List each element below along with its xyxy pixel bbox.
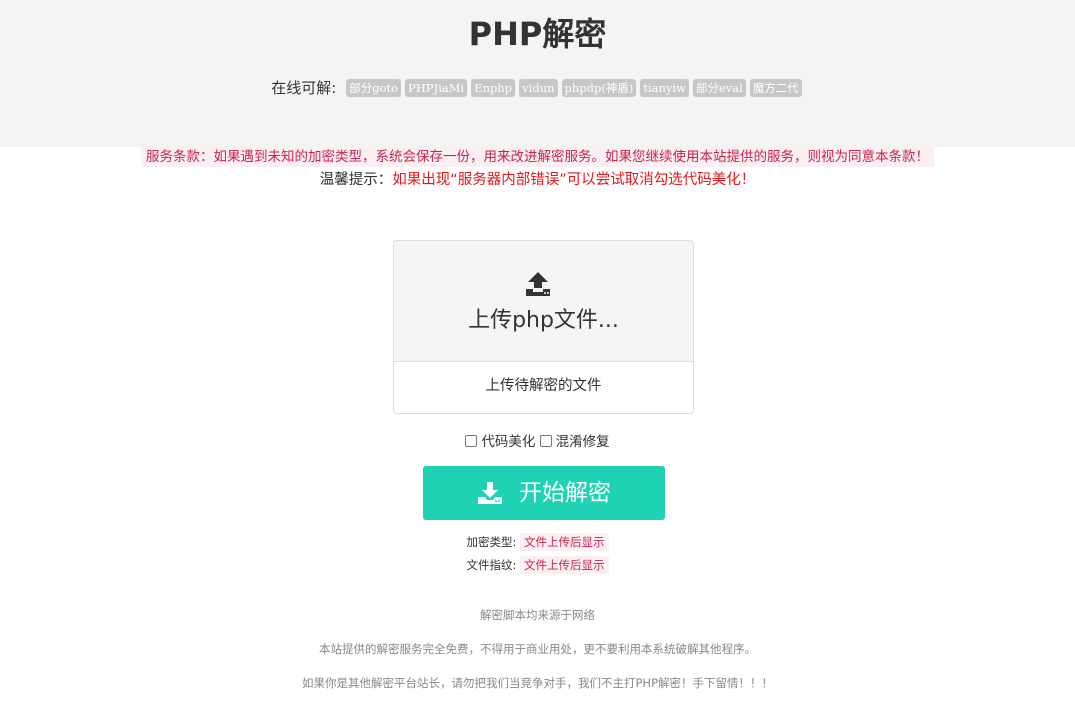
upload-title: 上传php文件... [468,308,619,333]
beautify-checkbox[interactable] [465,435,478,447]
obfuscation-fix-checkbox[interactable] [539,435,552,447]
footer-competitor-note: 如果你是其他解密平台站长，请勿把我们当竞争对手，我们不主打PHP解密！手下留情！… [301,676,773,690]
terms-text: 服务条款：如果遇到未知的加密类型，系统会保存一份，用来改进解密服务。如果您继续使… [141,147,934,167]
fingerprint-label: 文件指纹: [466,558,517,572]
start-decrypt-label: 开始解密 [519,480,611,506]
format-tag-vidun: vidun [519,78,558,97]
format-tag-tianyiw: tianyiw [640,78,689,97]
formats-label: 在线可解: [271,78,337,97]
format-tag-phpdp: phpdp(神盾) [561,78,637,97]
format-tag-eval: 部分eval [692,78,746,97]
format-tag-goto: 部分goto [346,78,402,97]
upload-dropzone[interactable]: 上传php文件... [394,241,693,362]
start-decrypt-button[interactable]: 开始解密 [423,466,665,520]
page-title: PHP解密 [468,15,607,53]
tip-notice: 温馨提示：如果出现“服务器内部错误”可以尝试取消勾选代码美化！ [0,170,1075,191]
encryption-type-row: 加密类型: 文件上传后显示 [0,533,1075,551]
beautify-label: 代码美化 [481,434,536,450]
upload-hint: 上传待解密的文件 [485,378,602,394]
obfuscation-fix-option[interactable]: 混淆修复 [539,432,610,452]
format-tag-phpjiami: PHPJiaMi [405,78,468,97]
encryption-type-value: 文件上传后显示 [520,533,609,551]
supported-formats: 在线可解: 部分goto PHPJiaMi Enphp vidun phpdp(神盾) ti… [0,76,1075,99]
terms-notice: 服务条款：如果遇到未知的加密类型，系统会保存一份，用来改进解密服务。如果您继续使… [0,147,1075,167]
format-tag-enphp: Enphp [471,78,516,97]
download-icon [478,482,502,504]
fingerprint-value: 文件上传后显示 [520,556,609,574]
header: PHP解密 在线可解: 部分goto PHPJiaMi Enphp vidun phpdp… [0,0,1075,147]
file-upload-box[interactable]: 上传php文件... 上传待解密的文件 [393,240,694,414]
obfuscation-fix-label: 混淆修复 [555,434,610,450]
footer-free-note: 本站提供的解密服务完全免费，不得用于商业用处，更不要利用本系统破解其他程序。 [319,642,756,656]
format-tag-mofang: 魔方二代 [749,78,802,97]
beautify-option[interactable]: 代码美化 [465,432,535,452]
encryption-type-label: 加密类型: [466,535,517,549]
fingerprint-row: 文件指纹: 文件上传后显示 [0,556,1075,574]
tip-label: 温馨提示： [319,172,393,188]
tip-text: 如果出现“服务器内部错误”可以尝试取消勾选代码美化！ [392,172,756,188]
upload-icon [526,272,550,296]
footer-source-note: 解密脚本均来源于网络 [480,608,595,622]
decrypt-options: 代码美化 混淆修复 [0,432,1075,452]
